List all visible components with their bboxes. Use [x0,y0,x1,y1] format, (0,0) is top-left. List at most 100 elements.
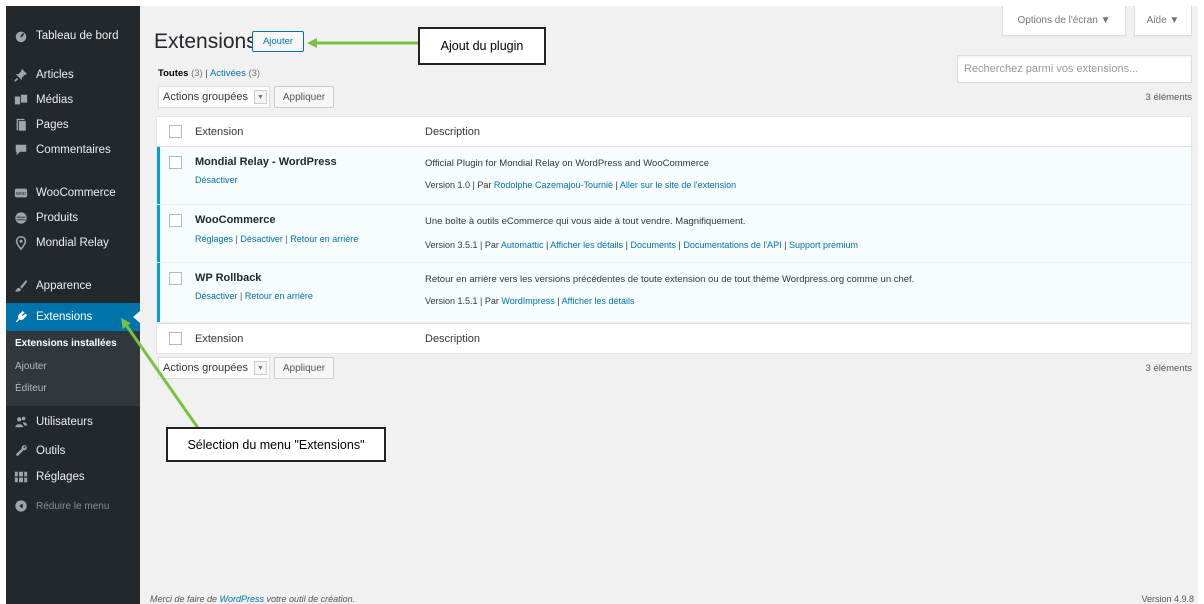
sidebar-item-label: Médias [36,94,74,106]
plugin-name: Mondial Relay - WordPress [195,156,337,168]
wordpress-link[interactable]: WordPress [220,594,265,604]
chevron-down-icon: ▼ [254,90,267,104]
apply-button-bottom[interactable]: Appliquer [274,357,334,379]
submenu-add[interactable]: Ajouter [15,361,47,372]
sidebar-item-label: Tableau de bord [36,30,119,42]
footer-thanks-suffix: votre outil de création. [264,594,356,604]
sidebar-item-label: Articles [36,69,74,81]
row-checkbox[interactable] [169,272,182,285]
plugin-search-input[interactable] [957,55,1192,83]
sidebar-item-pages[interactable]: Pages [6,111,140,139]
bulk-actions-select-bottom[interactable]: Actions groupées ▼ [158,357,270,379]
details-link[interactable]: Afficher les détails [562,296,635,306]
sidebar-item-extensions[interactable]: Extensions [6,303,140,331]
sidebar-item-settings[interactable]: Réglages [6,463,140,491]
plugin-meta: Version 1.5.1 | Par WordImpress | Affich… [425,296,635,306]
bulk-actions-select-top[interactable]: Actions groupées ▼ [158,86,270,108]
sidebar-item-articles[interactable]: Articles [6,61,140,89]
rollback-link[interactable]: Retour en arrière [290,234,358,244]
submenu-installed[interactable]: Extensions installées [15,338,117,349]
plugin-filters: Toutes (3) | Activées (3) [158,68,260,79]
filter-all[interactable]: Toutes [158,68,188,79]
rollback-link[interactable]: Retour en arrière [245,291,313,301]
footer-version: Version 4.9.8 [1141,594,1194,604]
sidebar-item-tools[interactable]: Outils [6,437,140,465]
support-link[interactable]: Support premium [789,240,858,250]
item-count-bottom: 3 éléments [1145,363,1192,374]
table-row: WP Rollback Désactiver | Retour en arriè… [157,263,1191,323]
deactivate-link[interactable]: Désactiver [195,175,238,185]
settings-link[interactable]: Réglages [195,234,233,244]
sidebar-item-label: WooCommerce [36,187,116,199]
apply-button-top[interactable]: Appliquer [274,86,334,108]
plugin-site-link[interactable]: Aller sur le site de l'extension [620,180,736,190]
sidebar-item-mondial-relay[interactable]: Mondial Relay [6,229,140,257]
sidebar-item-medias[interactable]: Médias [6,86,140,114]
media-icon [6,93,36,107]
docs-link[interactable]: Documents [631,240,677,250]
plugin-author-link[interactable]: Rodolphe Cazemajou-Tournié [494,180,613,190]
row-actions: Réglages | Désactiver | Retour en arrièr… [195,234,359,244]
plugin-meta: Version 3.5.1 | Par Automattic | Affiche… [425,240,859,250]
submenu-editor[interactable]: Éditeur [15,383,47,394]
woocommerce-icon: woo [6,186,36,200]
select-all-checkbox[interactable] [169,332,182,345]
plugin-author-link[interactable]: WordImpress [501,296,554,306]
plugin-description: Official Plugin for Mondial Relay on Wor… [425,158,710,169]
filter-active-count: (3) [248,68,261,79]
filter-all-count: (3) [191,68,203,79]
column-extension[interactable]: Extension [195,333,243,345]
plugins-table: Extension Description Mondial Relay - Wo… [156,116,1192,354]
column-extension[interactable]: Extension [195,126,243,138]
sidebar-item-products[interactable]: Produits [6,204,140,232]
sidebar-item-label: Réglages [36,471,85,483]
plugin-by: Par [477,180,492,190]
row-actions: Désactiver [195,175,238,185]
plugin-version: Version 1.0 [425,180,471,190]
sidebar-item-users[interactable]: Utilisateurs [6,408,140,436]
sidebar-item-label: Outils [36,445,66,457]
select-all-checkbox[interactable] [169,125,182,138]
comment-icon [6,143,36,157]
sidebar-item-label: Réduire le menu [36,500,110,512]
help-button[interactable]: Aide ▼ [1134,6,1192,36]
row-checkbox[interactable] [169,214,182,227]
deactivate-link[interactable]: Désactiver [240,234,283,244]
sidebar-item-label: Apparence [36,280,92,292]
sidebar-item-appearance[interactable]: Apparence [6,272,140,300]
details-link[interactable]: Afficher les détails [550,240,623,250]
table-row: Mondial Relay - WordPress Désactiver Off… [157,147,1191,205]
pages-icon [6,118,36,132]
sidebar-item-label: Pages [36,119,69,131]
column-description: Description [425,333,481,345]
deactivate-link[interactable]: Désactiver [195,291,238,301]
row-checkbox[interactable] [169,156,182,169]
collapse-menu-button[interactable]: Réduire le menu [6,492,140,520]
location-icon [6,236,36,250]
settings-icon [6,470,36,484]
add-plugin-button[interactable]: Ajouter [252,31,304,52]
archive-icon [6,211,36,225]
sidebar-item-comments[interactable]: Commentaires [6,136,140,164]
dashboard-icon [6,29,36,43]
filter-active[interactable]: Activées [210,68,246,79]
admin-sidebar: Tableau de bord Articles Médias Pages Co… [6,6,140,604]
bulk-actions-label: Actions groupées [163,362,248,374]
wp-admin-frame: Tableau de bord Articles Médias Pages Co… [6,6,1198,604]
svg-text:woo: woo [16,191,26,197]
sidebar-item-woocommerce[interactable]: woo WooCommerce [6,179,140,207]
plugin-description: Retour en arrière vers les versions préc… [425,274,915,285]
sidebar-item-dashboard[interactable]: Tableau de bord [6,22,140,50]
sidebar-item-label: Utilisateurs [36,416,93,428]
sidebar-item-label: Mondial Relay [36,237,109,249]
paintbrush-icon [6,279,36,293]
plugin-name: WooCommerce [195,214,276,226]
row-actions: Désactiver | Retour en arrière [195,291,313,301]
screen-options-button[interactable]: Options de l'écran ▼ [1002,6,1126,36]
sidebar-item-label: Produits [36,212,79,224]
api-docs-link[interactable]: Documentations de l'API [683,240,781,250]
users-icon [6,415,36,429]
plugin-author-link[interactable]: Automattic [501,240,544,250]
column-description: Description [425,126,481,138]
extensions-submenu: Extensions installées Ajouter Éditeur [6,331,140,406]
